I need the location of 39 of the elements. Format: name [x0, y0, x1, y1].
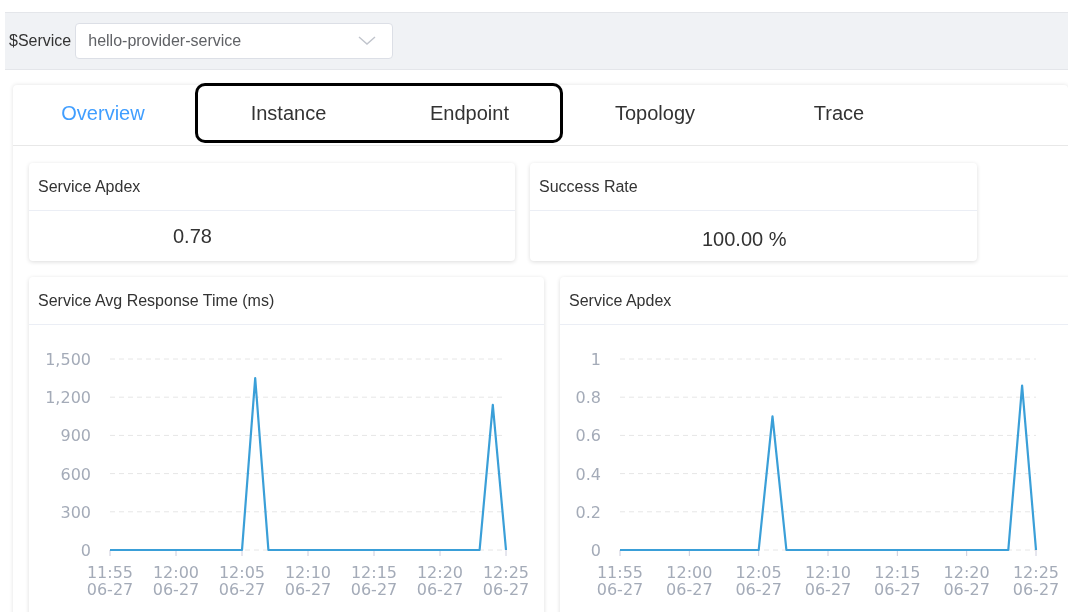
- tab[interactable]: Trace: [747, 83, 931, 143]
- x-tick-label: 12:15 06-27: [874, 563, 921, 599]
- x-tick-label: 12:10 06-27: [804, 563, 852, 599]
- x-tick-label: 12:20 06-27: [943, 563, 990, 599]
- card-title: Service Apdex: [569, 291, 672, 310]
- y-tick-label: 1,500: [45, 350, 91, 369]
- tab[interactable]: Instance: [195, 83, 379, 143]
- y-tick-label: 600: [60, 464, 91, 484]
- tab[interactable]: Topology: [563, 83, 747, 143]
- card-title: Service Avg Response Time (ms): [38, 291, 275, 310]
- x-tick-label: 12:00 06-27: [152, 563, 200, 599]
- y-tick-label: 900: [60, 426, 91, 446]
- x-tick-label: 11:55 06-27: [596, 563, 644, 599]
- y-tick-label: 1,200: [45, 388, 91, 408]
- x-tick-label: 12:25 06-27: [1012, 563, 1060, 599]
- stat-value: 0.78: [173, 224, 212, 248]
- card-title: Success Rate: [539, 177, 638, 196]
- x-tick-label: 12:25 06-27: [482, 563, 530, 599]
- tab[interactable]: Endpoint: [379, 83, 563, 143]
- x-tick-label: 12:10 06-27: [284, 563, 332, 599]
- y-tick-label: 0.2: [575, 502, 601, 522]
- y-tick-label: 0.8: [575, 388, 601, 408]
- card-title: Service Apdex: [38, 177, 141, 196]
- x-tick-label: 12:15 06-27: [350, 563, 398, 599]
- y-tick-label: 0.4: [575, 464, 601, 484]
- x-tick-label: 11:55 06-27: [86, 563, 134, 599]
- x-tick-label: 12:05 06-27: [218, 563, 266, 599]
- stat-value: 100.00 %: [702, 227, 787, 251]
- y-tick-label: 0: [80, 541, 91, 560]
- y-tick-label: 0.6: [575, 426, 601, 446]
- x-tick-label: 12:20 06-27: [416, 563, 464, 599]
- y-tick-label: 1: [590, 350, 601, 369]
- chevron-down-icon: [358, 36, 377, 46]
- service-select[interactable]: hello-provider-service: [75, 23, 394, 59]
- x-tick-label: 12:05 06-27: [735, 563, 782, 599]
- y-tick-label: 0: [590, 541, 601, 560]
- y-tick-label: 300: [60, 502, 91, 522]
- service-label: $Service: [9, 32, 72, 50]
- x-tick-label: 12:00 06-27: [666, 563, 713, 599]
